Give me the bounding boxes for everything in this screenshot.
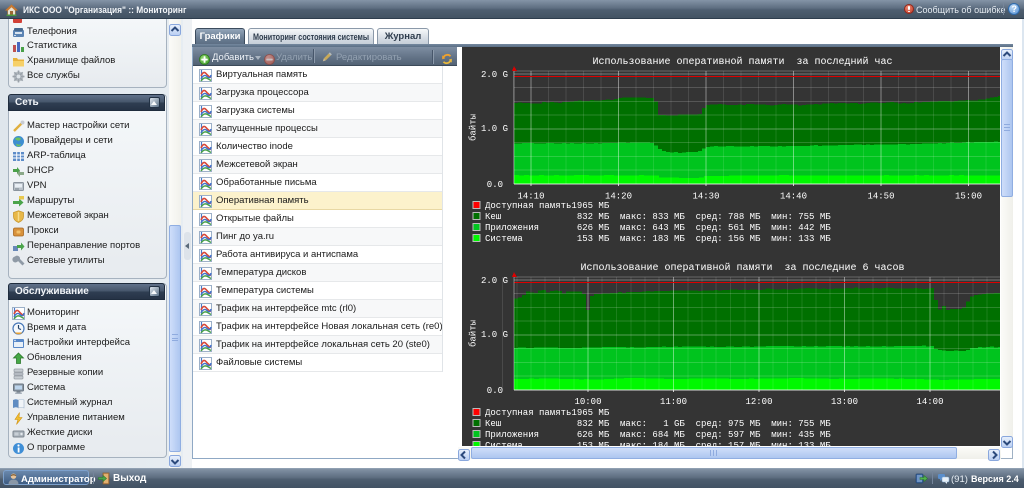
svg-text:14:10: 14:10 [517, 192, 544, 202]
svg-text:15:00: 15:00 [955, 192, 982, 202]
svg-text:10:00: 10:00 [574, 397, 601, 407]
svg-text:14:20: 14:20 [605, 192, 632, 202]
svg-text:14:30: 14:30 [692, 192, 719, 202]
svg-text:1.0 G: 1.0 G [481, 330, 508, 340]
svg-text:14:50: 14:50 [867, 192, 894, 202]
svg-text:12:00: 12:00 [745, 397, 772, 407]
svg-text:Использование оперативной памя: Использование оперативной памяти за посл… [580, 262, 904, 274]
svg-text:байты: байты [469, 320, 479, 347]
svg-text:Кеш 832 МБ макс:: Кеш 832 МБ макс: 833 МБ сред: 788 МБ мин… [485, 212, 831, 222]
svg-text:11:00: 11:00 [660, 397, 687, 407]
svg-text:Приложения 626 МБ макс:: Приложения 626 МБ макс: 643 МБ сред: 561… [485, 223, 831, 233]
svg-text:14:00: 14:00 [916, 397, 943, 407]
svg-text:Система 153 МБ макс:: Система 153 МБ макс: 183 МБ сред: 156 МБ… [485, 234, 831, 244]
svg-text:Приложения 626 МБ макс:: Приложения 626 МБ макс: 684 МБ сред: 597… [485, 430, 831, 440]
svg-text:0.0: 0.0 [487, 180, 503, 190]
svg-text:2.0 G: 2.0 G [481, 70, 508, 80]
svg-text:Доступная память1965 МБ: Доступная память1965 МБ [485, 201, 610, 211]
svg-text:Система 153 МБ макс:: Система 153 МБ макс: 184 МБ сред: 157 МБ… [485, 441, 831, 446]
svg-text:1.0 G: 1.0 G [481, 124, 508, 134]
svg-text:0.0: 0.0 [487, 386, 503, 396]
svg-text:байты: байты [469, 114, 479, 141]
svg-text:Доступная память1965 МБ: Доступная память1965 МБ [485, 408, 610, 418]
svg-text:13:00: 13:00 [831, 397, 858, 407]
svg-text:Кеш 832 МБ макс:: Кеш 832 МБ макс: 1 GБ сред: 975 МБ мин: … [485, 419, 831, 429]
svg-text:Использование оперативной памя: Использование оперативной памяти за посл… [592, 56, 892, 68]
svg-text:14:40: 14:40 [780, 192, 807, 202]
svg-text:2.0 G: 2.0 G [481, 276, 508, 286]
